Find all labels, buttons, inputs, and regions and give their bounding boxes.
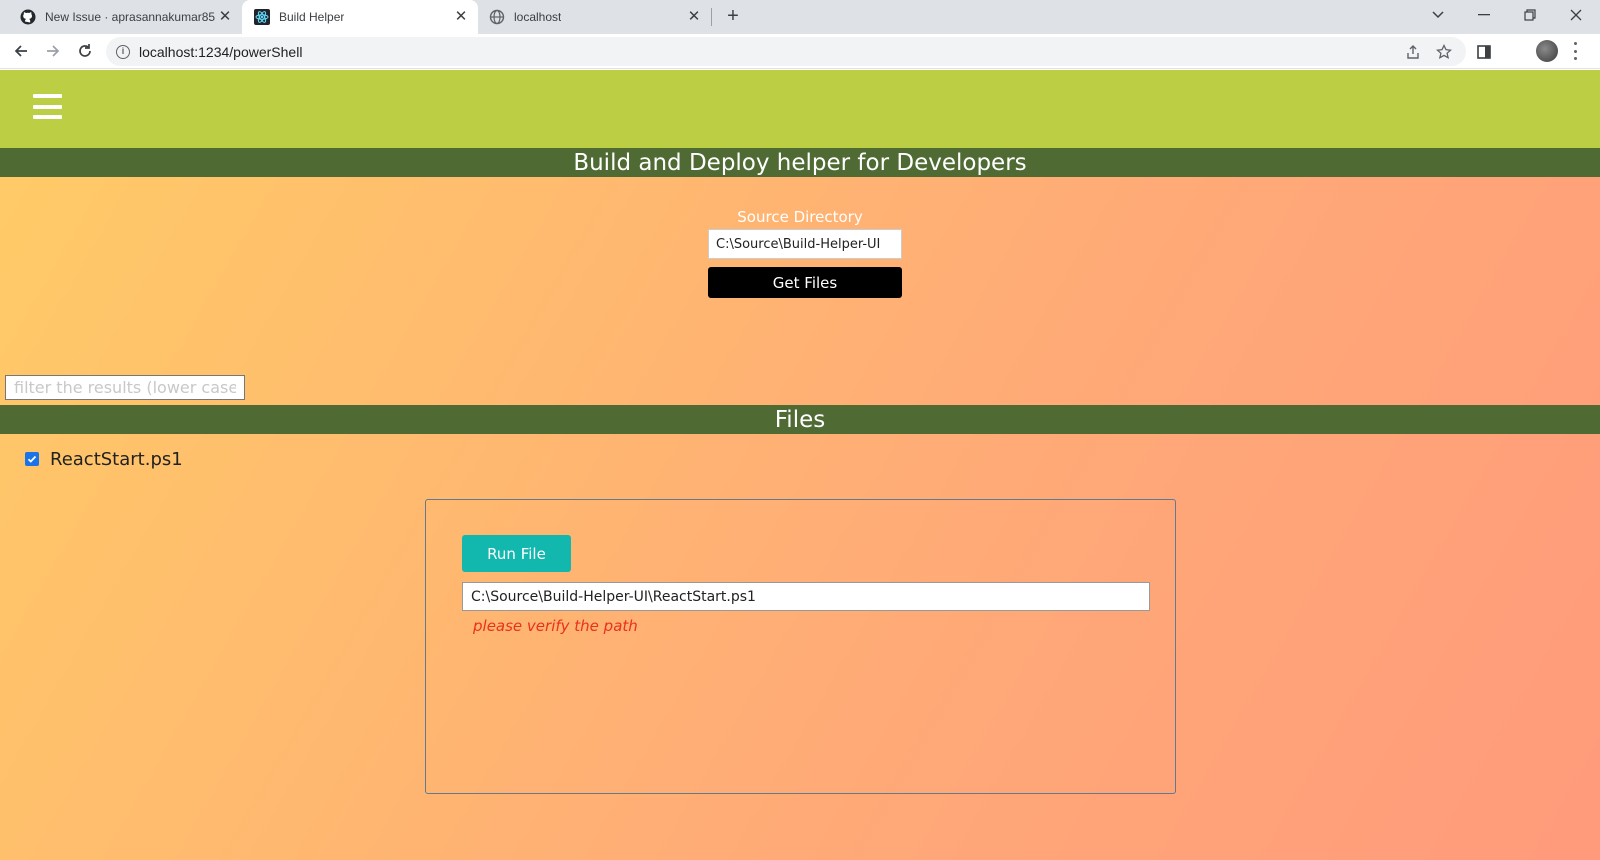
react-icon xyxy=(254,9,270,25)
bookmark-star-icon[interactable] xyxy=(1434,42,1454,62)
reload-icon[interactable] xyxy=(74,40,96,62)
close-tab-icon[interactable]: ✕ xyxy=(687,9,701,24)
filter-input[interactable] xyxy=(5,375,245,400)
tab-search-icon[interactable] xyxy=(1416,0,1460,30)
files-heading: Files xyxy=(0,405,1600,434)
github-icon xyxy=(20,9,36,25)
get-files-button[interactable]: Get Files xyxy=(708,267,902,298)
file-path-input[interactable] xyxy=(462,582,1150,611)
close-window-icon[interactable] xyxy=(1554,0,1598,30)
side-panel-icon[interactable] xyxy=(1474,42,1494,62)
tab-new-issue[interactable]: New Issue · aprasannakumar85/B ✕ xyxy=(20,0,242,34)
browser-tabstrip: New Issue · aprasannakumar85/B ✕ Build H… xyxy=(0,0,1600,34)
file-checkbox[interactable] xyxy=(25,452,39,466)
close-tab-icon[interactable]: ✕ xyxy=(454,9,468,24)
browser-menu-icon[interactable] xyxy=(1572,42,1578,60)
source-directory-input[interactable] xyxy=(708,229,902,259)
hamburger-menu-icon[interactable] xyxy=(33,94,62,119)
site-info-icon[interactable]: i xyxy=(116,44,130,59)
file-name: ReactStart.ps1 xyxy=(50,448,183,470)
tab-localhost[interactable]: localhost ✕ xyxy=(489,0,711,34)
tab-label: Build Helper xyxy=(279,10,345,24)
url-text: localhost:1234/powerShell xyxy=(139,43,303,60)
back-icon[interactable] xyxy=(10,40,32,62)
tab-label: localhost xyxy=(514,10,562,24)
page-title: Build and Deploy helper for Developers xyxy=(0,148,1600,177)
forward-icon[interactable] xyxy=(42,40,64,62)
run-file-panel: Run File please verify the path xyxy=(425,499,1176,794)
tab-separator xyxy=(711,8,712,26)
app-header xyxy=(0,70,1600,148)
browser-toolbar: i localhost:1234/powerShell xyxy=(0,34,1600,69)
share-icon[interactable] xyxy=(1403,42,1423,62)
minimize-icon[interactable] xyxy=(1462,0,1506,30)
address-bar[interactable]: i localhost:1234/powerShell xyxy=(106,37,1466,66)
globe-icon xyxy=(489,9,505,25)
checkmark-icon xyxy=(27,455,37,463)
source-directory-label: Source Directory xyxy=(737,208,863,226)
profile-avatar[interactable] xyxy=(1536,40,1558,62)
tab-label: New Issue · aprasannakumar85/B xyxy=(45,10,215,24)
new-tab-icon[interactable]: + xyxy=(723,6,743,27)
file-list-item: ReactStart.ps1 xyxy=(25,448,183,470)
app-page: Build and Deploy helper for Developers S… xyxy=(0,70,1600,860)
close-tab-icon[interactable]: ✕ xyxy=(218,9,232,24)
path-warning-text: please verify the path xyxy=(473,617,638,635)
run-file-button[interactable]: Run File xyxy=(462,535,571,572)
restore-icon[interactable] xyxy=(1508,0,1552,30)
tab-build-helper[interactable]: Build Helper ✕ xyxy=(242,0,478,34)
